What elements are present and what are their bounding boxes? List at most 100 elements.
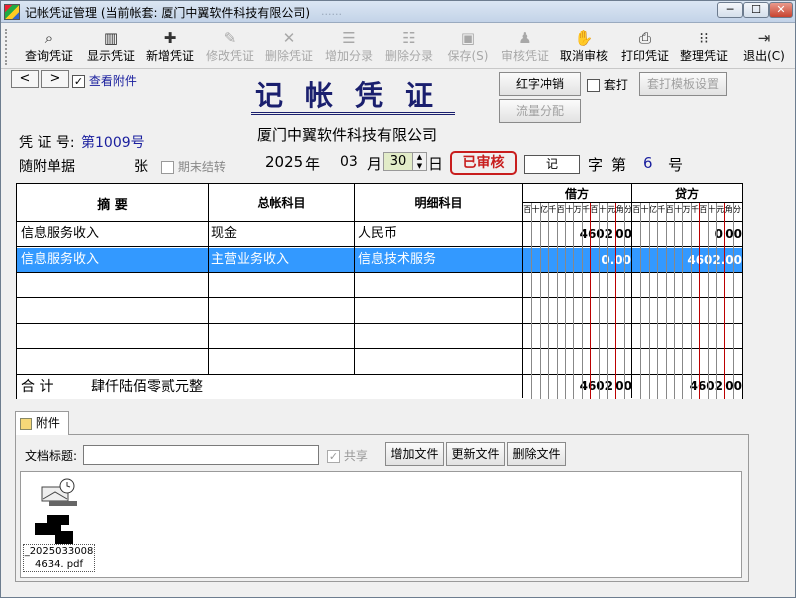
view-attachment-checkbox[interactable]: ✓ 查看附件 [72, 72, 137, 89]
day-input[interactable]: 30 [383, 152, 413, 171]
toolbar-button-print[interactable]: ⎙ 打印凭证 [615, 28, 675, 68]
day-spinner[interactable]: ▲ ▼ [412, 152, 427, 171]
credit-unit-label: 角 [724, 205, 733, 214]
column-line [354, 184, 355, 375]
period-end-check[interactable] [161, 161, 174, 174]
attachment-tab[interactable]: 附件 [15, 411, 69, 435]
title-bar[interactable]: 记帐凭证管理 (当前帐套: 厦门中翼软件科技有限公司) ...... ─ ☐ ✕ [1, 1, 795, 23]
debit-unit-label: 亿 [539, 205, 548, 214]
debit-unit-label: 十 [565, 205, 574, 214]
year-unit: 年 [305, 155, 321, 173]
update-file-button[interactable]: 更新文件 [446, 442, 505, 466]
toolbar-button-search[interactable]: ⌕ 查询凭证 [19, 28, 79, 68]
credit-unit-label: 十 [674, 205, 683, 214]
credit-unit-label: 千 [690, 205, 699, 214]
toolbar-button-delete-entry[interactable]: ☷ 删除分录 [379, 28, 439, 68]
table-row[interactable]: 信息服务收入 现金 人民币 4602 00 0 00 [17, 222, 742, 247]
toolbar-button-label: 保存(S) [447, 49, 489, 63]
header-general-account: 总帐科目 [257, 196, 306, 210]
toolbar-button-exit[interactable]: ⇥ 退出(C) [734, 28, 794, 68]
credit-unit-label: 万 [682, 205, 691, 214]
total-label: 合 计 [21, 379, 54, 395]
window-title: 记帐凭证管理 (当前帐套: 厦门中翼软件科技有限公司) [25, 6, 311, 20]
row-general-account: 主营业务收入 [211, 251, 290, 267]
file-preview-image [35, 515, 77, 545]
table-row[interactable] [17, 350, 742, 375]
audited-stamp: 已审核 [450, 151, 517, 175]
voucher-table: 摘 要 总帐科目 明细科目 借方 贷方 百十亿千百十万千百十元角分百十亿千百十万… [16, 183, 743, 399]
debit-unit-label: 元 [607, 205, 616, 214]
toolbar-button-save[interactable]: ▣ 保存(S) [438, 28, 498, 68]
debit-digit-line [539, 203, 541, 399]
share-check[interactable]: ✓ [327, 450, 340, 463]
debit-thousand-line [590, 203, 592, 399]
red-reverse-button[interactable]: 红字冲销 [499, 72, 581, 96]
toolbar-grip[interactable] [5, 29, 9, 65]
debit-unit-label: 百 [590, 205, 599, 214]
add-file-button[interactable]: 增加文件 [385, 442, 444, 466]
toolbar-button-display[interactable]: ▥ 显示凭证 [81, 28, 141, 68]
debit-digit-line [615, 203, 617, 399]
voucher-month[interactable]: 03 [340, 154, 358, 170]
debit-digit-line [623, 203, 625, 399]
credit-digit-line [690, 203, 692, 399]
delete-entry-icon: ☷ [402, 29, 416, 47]
row-credit-amount: 0 [714, 227, 723, 241]
close-button[interactable]: ✕ [769, 2, 793, 18]
toolbar-button-edit[interactable]: ✎ 修改凭证 [200, 28, 260, 68]
attachment-list[interactable] [20, 471, 742, 578]
debit-unit-label: 十 [531, 205, 540, 214]
table-row[interactable] [17, 273, 742, 298]
attachment-tab-label: 附件 [35, 416, 60, 430]
row-debit-amount: 0.00 [601, 252, 631, 267]
flow-allocate-button[interactable]: 流量分配 [499, 99, 581, 123]
share-checkbox[interactable]: ✓ 共享 [327, 447, 368, 464]
row-general-account: 现金 [211, 226, 238, 241]
company-name: 厦门中翼软件科技有限公司 [257, 126, 438, 144]
pdf-file-icon [41, 478, 77, 506]
file-thumbnail[interactable] [41, 477, 79, 507]
toolbar-button-delete[interactable]: ✕ 删除凭证 [259, 28, 319, 68]
toolbar-button-organize[interactable]: ⁝⁝ 整理凭证 [674, 28, 734, 68]
delete-file-button[interactable]: 删除文件 [507, 442, 566, 466]
minimize-button[interactable]: ─ [717, 2, 743, 18]
toolbar-button-hand[interactable]: ✋ 取消审核 [554, 28, 614, 68]
next-voucher-button[interactable]: > [41, 70, 69, 88]
period-end-checkbox[interactable]: 期末结转 [161, 158, 226, 175]
organize-icon: ⁝⁝ [699, 29, 709, 47]
prev-voucher-button[interactable]: < [11, 70, 39, 88]
overprint-checkbox[interactable]: 套打 [587, 76, 628, 93]
column-line [631, 184, 632, 398]
credit-digit-line [732, 203, 734, 399]
maximize-button[interactable]: ☐ [743, 2, 769, 18]
template-settings-button[interactable]: 套打模板设置 [639, 72, 727, 96]
toolbar-button-add[interactable]: ✚ 新增凭证 [140, 28, 200, 68]
voucher-word-input[interactable]: 记 [524, 155, 580, 174]
toolbar-button-label: 显示凭证 [86, 49, 135, 63]
credit-digit-line [707, 203, 709, 399]
table-row[interactable] [17, 324, 742, 349]
row-detail-account: 人民币 [358, 226, 398, 241]
view-attachment-check[interactable]: ✓ [72, 75, 85, 88]
toolbar-button-audit[interactable]: ♟ 审核凭证 [495, 28, 555, 68]
file-name-label[interactable]: _2025033008 4634. pdf [23, 544, 95, 572]
toolbar-button-label: 删除凭证 [264, 49, 313, 63]
toolbar-button-add-entry[interactable]: ☰ 增加分录 [319, 28, 379, 68]
table-row[interactable]: 信息服务收入 主营业务收入 信息技术服务 0.00 4602.00 [17, 247, 742, 273]
credit-digit-line [682, 203, 684, 399]
credit-unit-label: 十 [707, 205, 716, 214]
overprint-check[interactable] [587, 79, 600, 92]
credit-digit-line [657, 203, 659, 399]
credit-unit-label: 千 [657, 205, 666, 214]
attachment-icon [20, 417, 32, 430]
column-line [208, 184, 209, 375]
toolbar-button-label: 修改凭证 [205, 49, 254, 63]
debit-digit-line [607, 203, 608, 399]
doc-title-input[interactable] [83, 445, 319, 465]
month-unit: 月 [367, 155, 383, 173]
table-row[interactable] [17, 299, 742, 324]
file-name-line2: 4634. pdf [34, 559, 84, 570]
header-detail-account: 明细科目 [414, 196, 463, 210]
hand-icon: ✋ [574, 29, 594, 47]
credit-unit-label: 元 [716, 205, 725, 214]
